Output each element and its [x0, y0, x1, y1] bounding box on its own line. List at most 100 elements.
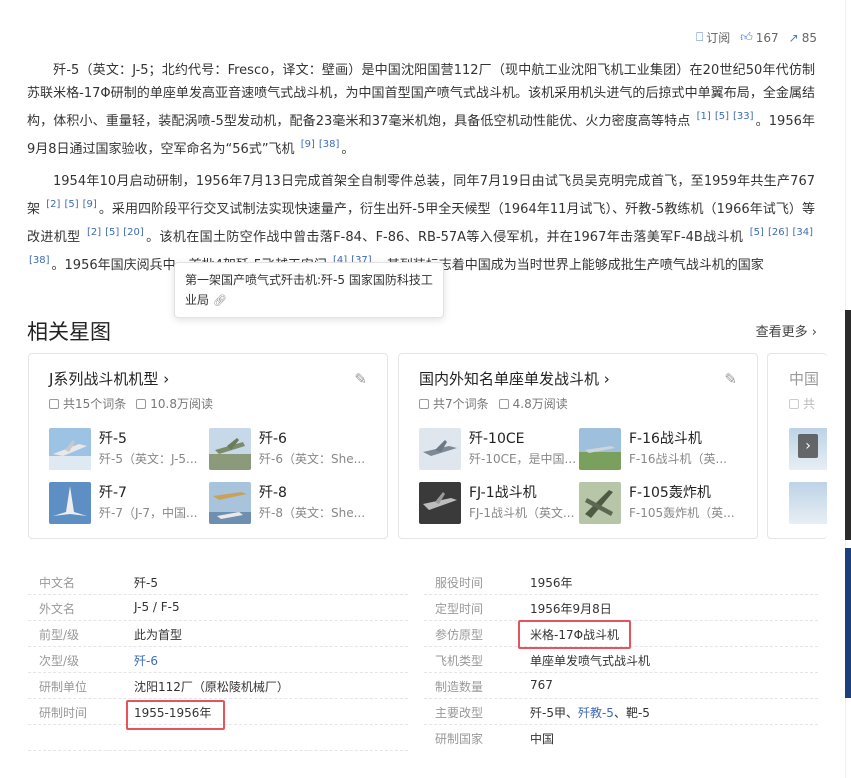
info-key: 中文名	[39, 576, 76, 590]
view-more-label: 查看更多	[755, 325, 808, 340]
share-icon: ↗	[788, 30, 799, 45]
info-value: 此为首型	[134, 628, 183, 642]
card-meta: 共7个词条 4.8万阅读	[419, 395, 568, 412]
entries-icon	[789, 398, 799, 409]
book-icon	[136, 398, 147, 409]
like-button[interactable]: 👍︎ 167	[740, 29, 778, 46]
info-row: 外文名 J-5 / F-5	[28, 595, 408, 621]
chevron-right-icon: ›	[811, 325, 817, 340]
card-title[interactable]: 国内外知名单座单发战斗机 ›	[419, 368, 610, 389]
right-edge-image-1	[845, 310, 851, 540]
entry-desc: F-16战斗机（英...	[629, 452, 727, 466]
image-source-tooltip: 第一架国产喷气式歼击机:歼-5 国家国防科技工业局 🔗︎	[174, 262, 444, 318]
carousel-next-button[interactable]: ›	[798, 434, 818, 458]
entry-desc: 歼-7（J-7，中国...	[99, 506, 198, 520]
reference-link[interactable]: [5]	[105, 227, 119, 238]
link-icon[interactable]: 🔗︎	[213, 294, 227, 307]
edit-icon[interactable]: ✎	[354, 370, 367, 388]
info-value-link[interactable]: 歼-6	[134, 654, 158, 668]
entry-item[interactable]: 歼-5 歼-5（英文：J-5...	[49, 428, 209, 472]
entry-title: F-16战斗机	[629, 431, 702, 447]
reference-link[interactable]: [20]	[123, 227, 144, 238]
info-row: 中文名 歼-5	[28, 569, 408, 595]
thumbs-up-icon: 👍︎	[740, 30, 753, 44]
star-map-card[interactable]: J系列战斗机机型 › ✎ 共15个词条 10.8万阅读 歼-5 歼-5（英文：J…	[28, 353, 388, 539]
info-value: 767	[530, 678, 553, 692]
reference-link[interactable]: [38]	[29, 255, 50, 266]
entries-count: 共	[803, 397, 816, 411]
share-button[interactable]: ↗ 85	[789, 29, 817, 46]
history-text-c: 。该机在国土防空作战中曾击落F-84、F-86、RB-57A等入侵军机，并在19…	[145, 230, 744, 245]
action-bar: ⎕ 订阅 👍︎ 167 ↗ 85	[696, 29, 817, 46]
info-value: 1956年9月8日	[530, 602, 612, 616]
aircraft-thumbnail	[579, 482, 621, 524]
info-value-link[interactable]: 歼教-5	[578, 706, 614, 720]
aircraft-thumbnail	[49, 428, 91, 470]
info-value: 歼-5	[134, 576, 158, 590]
star-map-card[interactable]: 中国 共	[767, 353, 827, 539]
info-row: 研制单位 沈阳112厂（原松陵机械厂）	[28, 673, 408, 699]
entry-item[interactable]: F-105轰炸机 F-105轰炸机（英...	[579, 482, 739, 526]
reference-link[interactable]: [9]	[83, 199, 97, 210]
card-meta: 共15个词条 10.8万阅读	[49, 395, 213, 412]
subscribe-button[interactable]: ⎕ 订阅	[696, 29, 730, 46]
entry-title: 歼-5	[99, 431, 127, 447]
info-value: 1956年	[530, 576, 573, 590]
bookmark-icon: ⎕	[695, 30, 704, 44]
highlight-box	[518, 620, 631, 649]
info-key: 次型/级	[39, 654, 80, 668]
entry-desc: F-105轰炸机（英...	[629, 506, 735, 520]
intro-paragraph: 歼-5（英文：J-5；北约代号：Fresco，译文：壁画）是中国沈阳国营112厂…	[27, 59, 815, 161]
star-map-card[interactable]: 国内外知名单座单发战斗机 › ✎ 共7个词条 4.8万阅读 歼-10CE 歼-1…	[398, 353, 758, 539]
reference-link[interactable]: [33]	[733, 111, 754, 122]
entry-item[interactable]: F-16战斗机 F-16战斗机（英...	[579, 428, 739, 472]
entry-item[interactable]: FJ-1战斗机 FJ-1战斗机（英文...	[419, 482, 579, 526]
entry-desc: 歼-8（英文：She...	[259, 506, 366, 520]
info-key: 飞机类型	[435, 654, 484, 668]
view-more-link[interactable]: 查看更多 ›	[756, 321, 817, 340]
reference-link[interactable]: [5]	[750, 227, 764, 238]
card-title[interactable]: J系列战斗机机型 ›	[49, 368, 169, 389]
reference-link[interactable]: [5]	[64, 199, 78, 210]
info-value: 单座单发喷气式战斗机	[530, 654, 651, 668]
edit-icon[interactable]: ✎	[724, 370, 737, 388]
reference-link[interactable]: [38]	[319, 139, 340, 150]
reference-link[interactable]: [34]	[792, 227, 813, 238]
reference-link[interactable]: [2]	[87, 227, 101, 238]
info-value: 、靶-5	[613, 706, 650, 720]
info-value: 中国	[530, 732, 555, 746]
reference-link[interactable]: [9]	[301, 139, 315, 150]
entry-item[interactable]: 歼-8 歼-8（英文：She...	[209, 482, 369, 526]
info-row: 前型/级 此为首型	[28, 621, 408, 647]
read-count: 10.8万阅读	[150, 397, 214, 411]
entry-item[interactable]: 歼-7 歼-7（J-7，中国...	[49, 482, 209, 526]
like-count: 167	[755, 30, 779, 45]
entry-item[interactable]: 歼-6 歼-6（英文：She...	[209, 428, 369, 472]
entry-title: 歼-10CE	[469, 431, 525, 447]
info-value: 歼-5甲、	[530, 706, 578, 720]
intro-text-c: 。	[341, 142, 355, 157]
info-key: 研制国家	[435, 732, 484, 746]
right-edge-image-2	[845, 548, 851, 698]
entry-item[interactable]: 歼-10CE 歼-10CE，是中国...	[419, 428, 579, 472]
entries-count: 共7个词条	[433, 397, 489, 411]
info-row: 服役时间 1956年	[424, 569, 818, 595]
book-icon	[498, 398, 509, 409]
section-title: 相关星图	[27, 320, 111, 344]
entry-desc: FJ-1战斗机（英文...	[469, 506, 575, 520]
info-key: 定型时间	[435, 602, 484, 616]
card-title[interactable]: 中国	[789, 368, 819, 389]
entry-desc: 歼-6（英文：She...	[259, 452, 366, 466]
reference-link[interactable]: [1]	[697, 111, 711, 122]
reference-link[interactable]: [26]	[768, 227, 789, 238]
reference-link[interactable]: [5]	[715, 111, 729, 122]
chevron-right-icon: ›	[603, 370, 610, 388]
entry-title: FJ-1战斗机	[469, 485, 537, 501]
reference-link[interactable]: [2]	[46, 199, 60, 210]
subscribe-label: 订阅	[706, 31, 731, 45]
entries-icon	[419, 398, 429, 409]
aircraft-thumbnail	[419, 428, 461, 470]
entries-count: 共15个词条	[63, 397, 127, 411]
entry-title: 歼-6	[259, 431, 287, 447]
chevron-right-icon: ›	[805, 438, 811, 454]
